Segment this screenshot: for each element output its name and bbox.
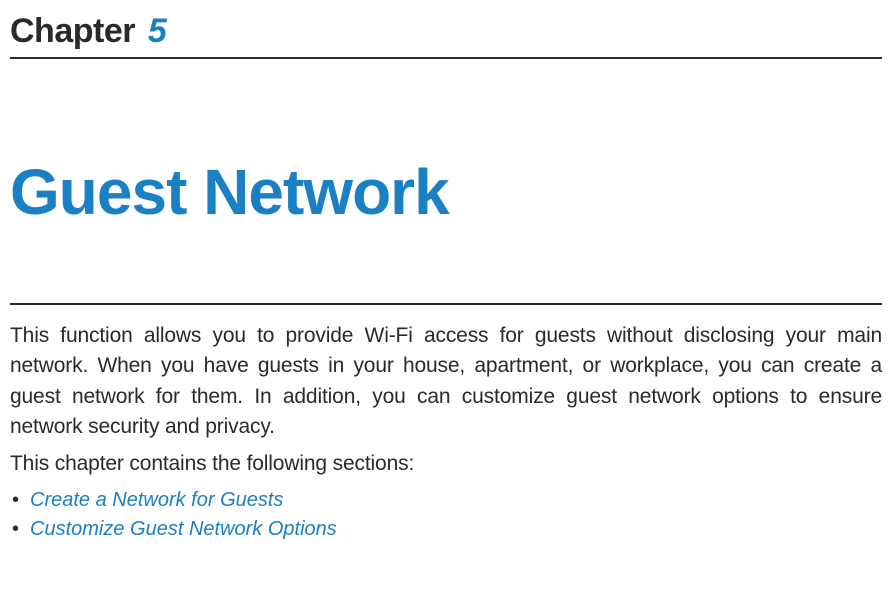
chapter-label-text: Chapter xyxy=(10,12,135,50)
section-link-customize-options[interactable]: Customize Guest Network Options xyxy=(30,516,337,543)
intro-paragraph: This function allows you to provide Wi-F… xyxy=(10,321,882,443)
section-link-create-network[interactable]: Create a Network for Guests xyxy=(30,487,283,514)
section-link-list: • Create a Network for Guests • Customiz… xyxy=(10,487,882,543)
divider-rule xyxy=(10,303,882,305)
chapter-label: Chapter 5 xyxy=(10,12,882,59)
sections-lead-in: This chapter contains the following sect… xyxy=(10,449,882,479)
bullet-icon: • xyxy=(12,516,30,543)
list-item: • Customize Guest Network Options xyxy=(12,516,882,543)
list-item: • Create a Network for Guests xyxy=(12,487,882,514)
chapter-title: Guest Network xyxy=(10,155,882,229)
chapter-number: 5 xyxy=(144,12,166,50)
page-container: Chapter 5 Guest Network This function al… xyxy=(0,0,892,543)
bullet-icon: • xyxy=(12,487,30,514)
